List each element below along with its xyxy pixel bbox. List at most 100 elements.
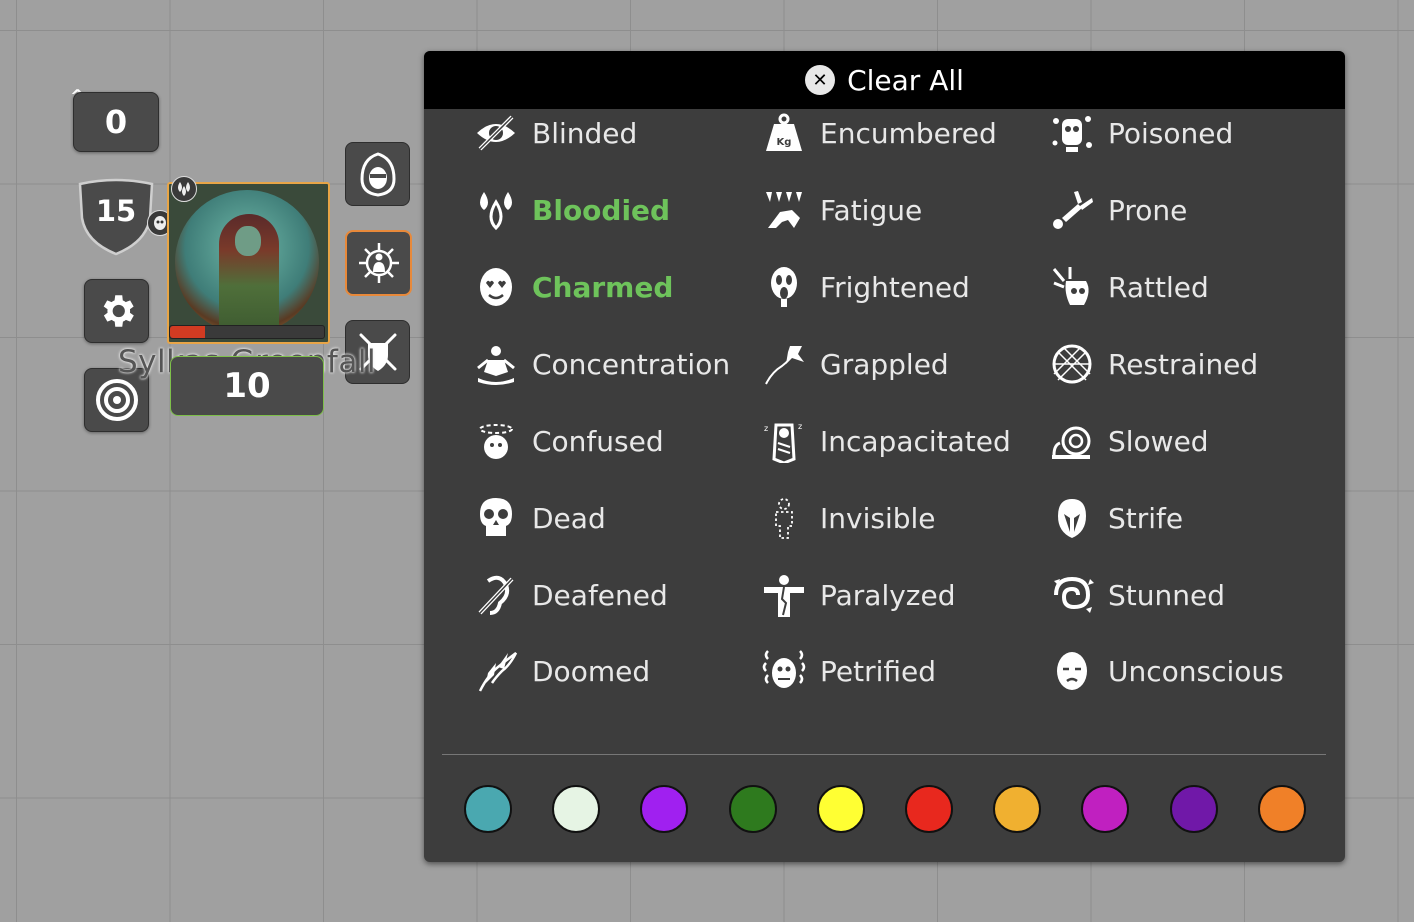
status-grappled[interactable]: Grappled <box>760 334 949 394</box>
status-label: Restrained <box>1108 347 1259 381</box>
status-label: Invisible <box>820 501 936 535</box>
unconscious-icon <box>1048 647 1096 695</box>
status-slowed[interactable]: Slowed <box>1048 411 1209 471</box>
status-label: Rattled <box>1108 270 1209 304</box>
status-label: Paralyzed <box>820 578 956 612</box>
color-swatch[interactable] <box>1257 785 1306 833</box>
petrified-icon <box>760 647 808 695</box>
stunned-icon <box>1048 571 1096 619</box>
status-doomed[interactable]: Doomed <box>472 641 650 701</box>
strife-icon <box>1048 494 1096 542</box>
visibility-toggle-button[interactable] <box>345 142 410 206</box>
clear-all-button[interactable]: ✕ Clear All <box>424 51 1345 109</box>
bloodied-badge-icon <box>171 176 197 202</box>
slowed-icon <box>1048 417 1096 465</box>
invisible-icon <box>760 494 808 542</box>
status-incapacitated[interactable]: z z Incapacitated <box>760 411 1011 471</box>
status-poisoned[interactable]: Poisoned <box>1048 103 1233 163</box>
status-label: Grappled <box>820 347 949 381</box>
status-blinded[interactable]: Blinded <box>472 103 637 163</box>
status-dead[interactable]: Dead <box>472 488 606 548</box>
settings-button[interactable] <box>84 279 149 343</box>
status-label: Poisoned <box>1108 116 1234 150</box>
fatigue-icon <box>760 186 808 234</box>
doomed-icon <box>472 647 520 695</box>
hooded-figure-icon <box>359 152 396 197</box>
status-label: Slowed <box>1108 424 1209 458</box>
status-label: Doomed <box>532 654 651 688</box>
concentration-icon <box>472 340 520 388</box>
status-label: Fatigue <box>820 193 923 227</box>
restrained-icon <box>1048 340 1096 388</box>
blinded-icon <box>472 109 520 157</box>
status-label: Deafened <box>532 578 668 612</box>
status-label: Stunned <box>1108 578 1225 612</box>
color-swatch[interactable] <box>552 785 601 833</box>
status-strife[interactable]: Strife <box>1048 488 1183 548</box>
gear-icon <box>103 295 134 327</box>
poisoned-icon <box>1048 109 1096 157</box>
status-label: Dead <box>532 501 606 535</box>
hp-box[interactable]: 10 <box>170 356 324 416</box>
status-label: Prone <box>1108 193 1188 227</box>
status-label: Blinded <box>532 116 638 150</box>
encumbered-icon: Kg <box>760 109 808 157</box>
token-portrait[interactable] <box>167 182 330 344</box>
status-petrified[interactable]: Petrified <box>760 641 936 701</box>
status-label: Concentration <box>532 347 731 381</box>
status-deafened[interactable]: Deafened <box>472 565 668 625</box>
hp-value: 10 <box>223 366 271 406</box>
status-label: Bloodied <box>532 193 671 227</box>
status-invisible[interactable]: Invisible <box>760 488 936 548</box>
color-swatch[interactable] <box>1081 785 1130 833</box>
clear-all-label: Clear All <box>847 63 964 97</box>
status-label: Unconscious <box>1108 654 1284 688</box>
incapacitated-icon: zz <box>760 417 808 465</box>
charmed-icon <box>472 263 520 311</box>
confused-icon <box>472 417 520 465</box>
close-circle-icon: ✕ <box>805 65 836 95</box>
status-label: Strife <box>1108 501 1184 535</box>
status-concentration[interactable]: Concentration <box>472 334 730 394</box>
status-prone[interactable]: Prone <box>1048 180 1187 240</box>
frightened-icon <box>760 263 808 311</box>
deafened-icon <box>472 571 520 619</box>
prone-icon <box>1048 186 1096 234</box>
color-swatch[interactable] <box>993 785 1042 833</box>
status-label: Encumbered <box>820 116 997 150</box>
hp-bar-fill <box>170 326 206 338</box>
hp-bar <box>169 325 325 339</box>
status-stunned[interactable]: Stunned <box>1048 565 1225 625</box>
divider <box>442 754 1326 755</box>
status-label: Petrified <box>820 654 937 688</box>
color-swatch[interactable] <box>1169 785 1218 833</box>
status-frightened[interactable]: Frightened <box>760 257 970 317</box>
status-effects-button[interactable] <box>345 230 412 296</box>
dead-icon <box>472 494 520 542</box>
status-effects-panel: ✕ Clear All Blinded Kg Encumbered Poisoned B… <box>424 51 1345 862</box>
elevation-box[interactable]: 0 <box>73 92 159 152</box>
status-restrained[interactable]: Restrained <box>1048 334 1258 394</box>
status-label: Frightened <box>820 270 970 304</box>
rattled-icon <box>1048 263 1096 311</box>
color-swatch[interactable] <box>728 785 777 833</box>
status-encumbered[interactable]: Kg Encumbered <box>760 103 997 163</box>
status-bloodied[interactable]: Bloodied <box>472 180 670 240</box>
status-fatigue[interactable]: Fatigue <box>760 180 922 240</box>
status-paralyzed[interactable]: Paralyzed <box>760 565 956 625</box>
status-charmed[interactable]: Charmed <box>472 257 673 317</box>
status-unconscious[interactable]: Unconscious <box>1048 641 1284 701</box>
color-swatch[interactable] <box>640 785 689 833</box>
status-rattled[interactable]: Rattled <box>1048 257 1209 317</box>
status-confused[interactable]: Confused <box>472 411 664 471</box>
target-icon <box>95 379 138 421</box>
svg-text:z: z <box>764 424 768 433</box>
elevation-value: 0 <box>104 103 128 141</box>
status-label: Charmed <box>532 270 674 304</box>
color-swatch[interactable] <box>905 785 953 833</box>
status-label: Incapacitated <box>820 424 1011 458</box>
color-swatch[interactable] <box>816 785 865 833</box>
paralyzed-icon <box>760 571 808 619</box>
svg-text:z: z <box>798 422 802 431</box>
color-swatch[interactable] <box>464 785 512 833</box>
